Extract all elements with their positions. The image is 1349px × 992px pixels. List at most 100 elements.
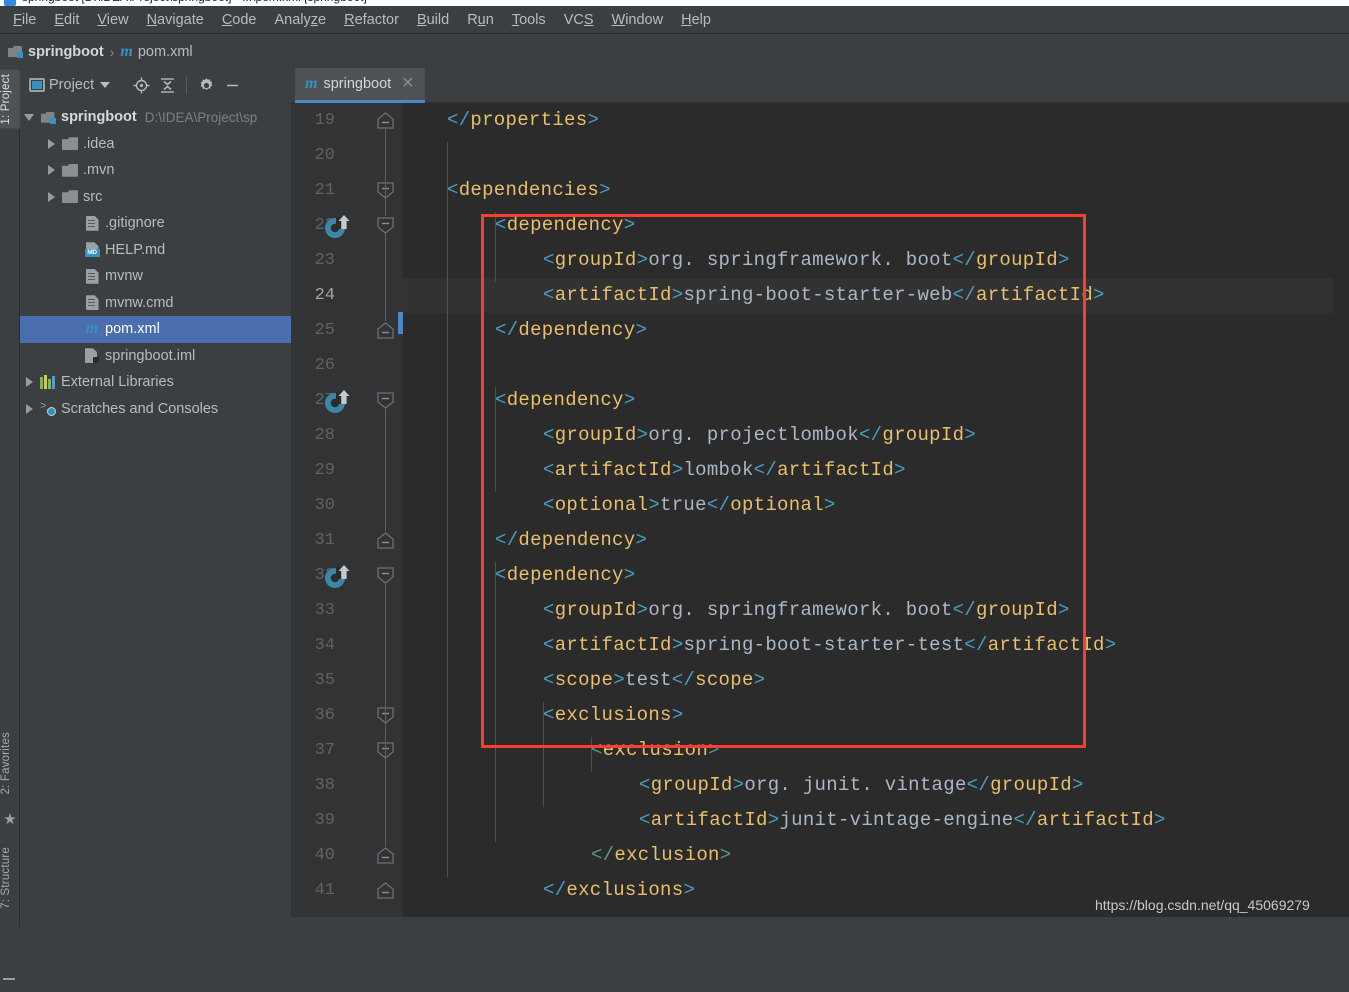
menu-item-navigate[interactable]: Navigate (138, 9, 213, 31)
menu-item-file[interactable]: File (4, 9, 45, 31)
gutter-line[interactable]: 31 (291, 523, 403, 558)
code-line[interactable]: <artifactId>lombok</artifactId> (403, 453, 1349, 488)
chevron-right-icon[interactable] (42, 138, 60, 149)
code-fold-end-icon[interactable] (375, 846, 396, 865)
sidebar-item-structure[interactable]: 7: Structure (0, 843, 20, 913)
menu-item-view[interactable]: View (88, 9, 137, 31)
code-line[interactable] (403, 348, 1349, 383)
tree-item-mvn[interactable]: .mvn (20, 157, 291, 184)
tree-item-idea[interactable]: .idea (20, 131, 291, 158)
gutter-line[interactable]: 34 (291, 628, 403, 663)
tree-item-help-md[interactable]: MD HELP.md (20, 237, 291, 264)
gutter-line[interactable]: 28 (291, 418, 403, 453)
editor-scrollbar[interactable] (1333, 103, 1349, 927)
menu-item-run[interactable]: Run (458, 9, 503, 31)
code-line[interactable]: <exclusion> (403, 733, 1349, 768)
chevron-down-icon[interactable] (20, 113, 38, 121)
tree-item-gitignore[interactable]: .gitignore (20, 210, 291, 237)
tree-item-scratches-and-consoles[interactable]: >_ Scratches and Consoles (20, 396, 291, 423)
menu-item-code[interactable]: Code (213, 9, 266, 31)
tree-item-external-libraries[interactable]: External Libraries (20, 369, 291, 396)
code-fold-end-icon[interactable] (375, 321, 396, 340)
menu-item-refactor[interactable]: Refactor (335, 9, 408, 31)
tree-item-springboot[interactable]: springboot D:\IDEA\Project\sp (20, 104, 291, 131)
code-fold-end-icon[interactable] (375, 881, 396, 900)
gutter-line[interactable]: 32 (291, 558, 403, 593)
gutter-line[interactable]: 23 (291, 243, 403, 278)
menu-item-vcs[interactable]: VCS (555, 9, 603, 31)
menu-item-build[interactable]: Build (408, 9, 458, 31)
settings-button[interactable] (194, 73, 218, 97)
code-line[interactable]: <artifactId>junit-vintage-engine</artifa… (403, 803, 1349, 838)
gutter-line[interactable]: 25 (291, 313, 403, 348)
chevron-right-icon[interactable] (20, 403, 38, 414)
code-line[interactable]: <groupId>org. springframework. boot</gro… (403, 593, 1349, 628)
code-line[interactable]: <dependencies> (403, 173, 1349, 208)
menu-item-edit[interactable]: Edit (45, 9, 88, 31)
maven-reimport-icon[interactable] (324, 214, 352, 239)
code-line[interactable]: <dependency> (403, 208, 1349, 243)
code-line[interactable]: <exclusions> (403, 698, 1349, 733)
code-fold-start-icon[interactable] (375, 391, 396, 410)
code-editor[interactable]: 19 20 21 22 23 24 25 26 27 28 29 30 31 32 33 34 35 36 37 38… (291, 103, 1349, 927)
tree-item-mvnw[interactable]: mvnw (20, 263, 291, 290)
gutter-line[interactable]: 27 (291, 383, 403, 418)
gutter-line[interactable]: 38 (291, 768, 403, 803)
tree-item-springboot-iml[interactable]: springboot.iml (20, 343, 291, 370)
editor-tab-springboot[interactable]: m springboot ✕ (295, 68, 425, 103)
gutter-line[interactable]: 40 (291, 838, 403, 873)
code-line[interactable]: <groupId>org. junit. vintage</groupId> (403, 768, 1349, 803)
project-view-selector[interactable]: Project (26, 73, 113, 97)
project-tree[interactable]: springboot D:\IDEA\Project\sp .idea .mvn src… (20, 102, 291, 927)
breadcrumb-item-file[interactable]: m pom.xml (120, 43, 192, 60)
code-line[interactable]: </dependency> (403, 313, 1349, 348)
chevron-right-icon[interactable] (42, 191, 60, 202)
code-line[interactable]: <dependency> (403, 383, 1349, 418)
gutter-line[interactable]: 41 (291, 873, 403, 908)
menu-item-window[interactable]: Window (603, 9, 673, 31)
gutter-line[interactable]: 37 (291, 733, 403, 768)
code-fold-start-icon[interactable] (375, 566, 396, 585)
chevron-right-icon[interactable] (42, 165, 60, 176)
gutter-line[interactable]: 35 (291, 663, 403, 698)
code-line[interactable]: <optional>true</optional> (403, 488, 1349, 523)
code-fold-start-icon[interactable] (375, 216, 396, 235)
menu-item-help[interactable]: Help (672, 9, 720, 31)
chevron-right-icon[interactable] (20, 377, 38, 388)
code-fold-end-icon[interactable] (375, 531, 396, 550)
gutter-line[interactable]: 39 (291, 803, 403, 838)
gutter-line[interactable]: 24 (291, 278, 403, 313)
gutter-line[interactable]: 29 (291, 453, 403, 488)
code-line[interactable]: <artifactId>spring-boot-starter-web</art… (403, 278, 1349, 313)
code-line[interactable]: <groupId>org. springframework. boot</gro… (403, 243, 1349, 278)
code-line[interactable]: </exclusion> (403, 838, 1349, 873)
tree-item-mvnw-cmd[interactable]: mvnw.cmd (20, 290, 291, 317)
editor-gutter[interactable]: 19 20 21 22 23 24 25 26 27 28 29 30 31 32 33 34 35 36 37 38… (291, 103, 403, 927)
tree-item-src[interactable]: src (20, 184, 291, 211)
code-line[interactable]: <groupId>org. projectlombok</groupId> (403, 418, 1349, 453)
gutter-line[interactable]: 36 (291, 698, 403, 733)
code-line[interactable]: <artifactId>spring-boot-starter-test</ar… (403, 628, 1349, 663)
code-content[interactable]: </properties> <dependencies> <dependency> <… (403, 103, 1349, 927)
maven-reimport-icon[interactable] (324, 389, 352, 414)
gutter-line[interactable]: 26 (291, 348, 403, 383)
sidebar-item-project[interactable]: 1: Project (0, 70, 20, 129)
gutter-line[interactable]: 22 (291, 208, 403, 243)
breadcrumb-item-project[interactable]: springboot (8, 44, 104, 60)
code-fold-end-icon[interactable] (375, 111, 396, 130)
menu-item-tools[interactable]: Tools (503, 9, 555, 31)
gutter-line[interactable]: 30 (291, 488, 403, 523)
code-line[interactable]: <dependency> (403, 558, 1349, 593)
locate-file-button[interactable] (129, 73, 153, 97)
hide-panel-button[interactable] (220, 73, 244, 97)
gutter-line[interactable]: 33 (291, 593, 403, 628)
code-line[interactable]: <scope>test</scope> (403, 663, 1349, 698)
code-line[interactable] (403, 138, 1349, 173)
gutter-line[interactable]: 19 (291, 103, 403, 138)
maven-reimport-icon[interactable] (324, 564, 352, 589)
tree-item-pom-xml[interactable]: m pom.xml (20, 316, 291, 343)
code-line[interactable]: </properties> (403, 103, 1349, 138)
menu-item-analyze[interactable]: Analyze (266, 9, 336, 31)
sidebar-item-favorites[interactable]: 2: Favorites (0, 728, 20, 798)
collapse-all-button[interactable] (155, 73, 179, 97)
